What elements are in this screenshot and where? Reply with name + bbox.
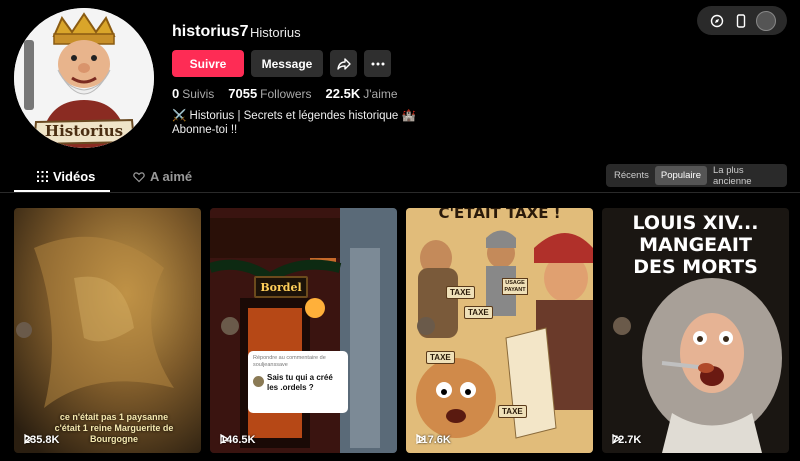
- taxe-tag: TAXE: [464, 306, 493, 319]
- username: historius7: [172, 23, 249, 40]
- video-card[interactable]: LOUIS XIV... MANGEAIT DES MORTS 72.7K: [602, 208, 789, 453]
- taxe-tag: TAXE: [498, 405, 527, 418]
- usage-payant-tag: USAGE PAYANT: [502, 278, 528, 295]
- video-banner: C'ETAIT TAXE !: [438, 208, 561, 222]
- top-toolbar: [697, 6, 787, 35]
- nickname: Historius: [250, 25, 301, 40]
- video-thumbnail: [210, 208, 397, 453]
- stat-following[interactable]: 0 Suivis: [172, 86, 214, 101]
- comment-text: Sais tu qui a créé les .ordels ?: [267, 373, 333, 392]
- video-card[interactable]: C'ETAIT TAXE ! TAXE TAXE TAXE TAXE USAGE…: [406, 208, 593, 453]
- commenter-avatar: [253, 376, 264, 387]
- video-title-line: MANGEAIT: [639, 234, 752, 256]
- bordel-sign: Bordel: [254, 276, 308, 298]
- heart-outline-icon: [133, 171, 145, 182]
- tab-liked[interactable]: A aimé: [133, 169, 192, 184]
- taxe-tag: TAXE: [426, 351, 455, 364]
- play-icon: [612, 434, 621, 444]
- bio-line: ⚔️ Historius | Secrets et légendes histo…: [172, 110, 416, 122]
- play-icon: [24, 434, 33, 444]
- sort-oldest[interactable]: La plus ancienne: [707, 165, 785, 187]
- video-title-line: LOUIS XIV...: [632, 212, 759, 234]
- grid-icon: [37, 171, 48, 182]
- tab-videos-label: Vidéos: [53, 169, 96, 184]
- play-icon: [416, 434, 425, 444]
- follow-button[interactable]: Suivre: [172, 50, 244, 77]
- comment-header: Répondre au commentaire de: [253, 355, 326, 361]
- stat-followers[interactable]: 7055 Followers: [228, 86, 311, 101]
- tab-videos[interactable]: Vidéos: [37, 169, 95, 184]
- active-tab-indicator: [14, 190, 110, 192]
- taxe-tag: TAXE: [446, 286, 475, 299]
- sort-popular[interactable]: Populaire: [654, 166, 707, 185]
- comment-user: souljeanssave: [253, 362, 288, 368]
- message-button[interactable]: Message: [251, 50, 323, 77]
- more-icon: [371, 62, 384, 65]
- bio-line: Abonne-toi !!: [172, 124, 238, 136]
- avatar-label: Historius: [44, 122, 124, 140]
- stat-likes: 22.5K J'aime: [325, 86, 398, 101]
- sort-selector: Récents Populaire La plus ancienne: [606, 164, 787, 187]
- profile-bio: ⚔️ Historius | Secrets et légendes histo…: [172, 109, 416, 137]
- video-card[interactable]: Bordel Répondre au commentaire de soulje…: [210, 208, 397, 453]
- profile-avatar: Historius: [14, 8, 154, 148]
- view-count: 72.7K: [612, 434, 642, 446]
- share-button[interactable]: [330, 50, 357, 77]
- account-avatar[interactable]: [756, 10, 776, 31]
- profile-stats: 0 Suivis 7055 Followers 22.5K J'aime: [172, 86, 398, 101]
- compass-icon[interactable]: [708, 12, 726, 30]
- view-count: 117.6K: [416, 434, 451, 446]
- view-count: 235.8K: [24, 434, 60, 446]
- view-count: 146.5K: [220, 434, 256, 446]
- tab-liked-label: A aimé: [150, 169, 193, 184]
- reply-comment-bubble: Répondre au commentaire de souljeanssave…: [248, 351, 348, 413]
- mobile-icon[interactable]: [732, 12, 750, 30]
- video-card[interactable]: ce n'était pas 1 paysanne c'était 1 rein…: [14, 208, 201, 453]
- video-title-line: DES MORTS: [633, 256, 758, 278]
- sort-recent[interactable]: Récents: [608, 166, 655, 185]
- play-icon: [220, 434, 229, 444]
- share-icon: [336, 57, 351, 70]
- more-button[interactable]: [364, 50, 391, 77]
